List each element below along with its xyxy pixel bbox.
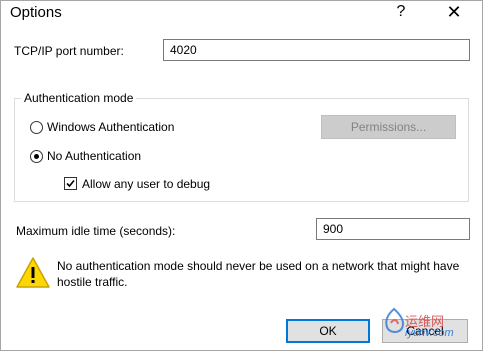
help-button[interactable]: ? [393,2,409,22]
close-button[interactable]: ✕ [445,2,463,22]
allow-debug-checkbox[interactable] [64,177,77,190]
warning-message: No authentication mode should never be u… [57,259,460,289]
authentication-group-label: Authentication mode [21,91,137,105]
windows-auth-radio[interactable] [30,121,43,134]
warning-icon [16,257,50,288]
dialog-title: Options [10,4,62,21]
no-auth-label[interactable]: No Authentication [47,149,141,163]
radio-selected-dot [34,154,39,159]
allow-debug-label[interactable]: Allow any user to debug [82,177,210,191]
ok-button[interactable]: OK [286,319,370,343]
options-dialog: Options ? ✕ TCP/IP port number: 4020 Aut… [0,0,483,351]
permissions-button: Permissions... [321,115,456,139]
idle-time-label: Maximum idle time (seconds): [16,224,176,238]
no-auth-radio[interactable] [30,150,43,163]
port-input[interactable]: 4020 [163,39,470,61]
watermark-text-url: iyunv.com [405,327,454,339]
windows-auth-label[interactable]: Windows Authentication [47,120,174,134]
port-label: TCP/IP port number: [14,44,124,58]
checkmark-icon [66,179,75,188]
watermark-logo-icon [385,307,404,333]
idle-time-input[interactable]: 900 [316,218,470,240]
